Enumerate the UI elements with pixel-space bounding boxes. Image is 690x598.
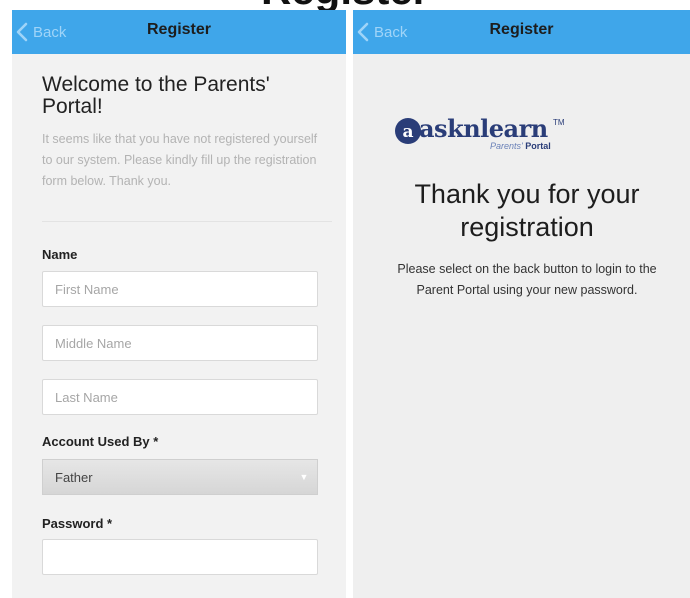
account-used-by-select[interactable]: Father ▼ (42, 459, 318, 495)
nav-title: Register (489, 21, 554, 38)
middle-name-input[interactable] (42, 325, 318, 361)
account-used-by-label: Account Used By * (42, 434, 159, 449)
first-name-input[interactable] (42, 271, 318, 307)
logo-wordmark: asknlearn (419, 114, 548, 143)
svg-text:a: a (402, 122, 413, 142)
thank-you-title: Thank you for your registration (414, 179, 640, 242)
logo-sub-prefix: Parents' (490, 141, 523, 151)
logo-tm: TM (553, 118, 565, 127)
password-input[interactable] (42, 539, 318, 575)
name-label: Name (42, 247, 78, 262)
register-form-screen: Back Register Welcome to the Parents' Po… (12, 10, 346, 598)
logo-subtitle: Parents' Portal (490, 141, 551, 151)
thank-you-message: Please select on the back button to logi… (397, 262, 657, 297)
password-label: Password * (42, 516, 113, 531)
divider (42, 221, 332, 222)
navbar: Back Register (12, 10, 346, 54)
welcome-title: Welcome to the Parents' Portal! (42, 73, 270, 118)
navbar: Back Register (353, 10, 690, 54)
intro-text: It seems like that you have not register… (42, 132, 318, 188)
account-used-by-value: Father (55, 469, 93, 485)
registration-success-screen: Back Register a asknlearn TM Parents' Po… (353, 10, 690, 598)
logo-sub-suffix: Portal (525, 141, 551, 151)
dropdown-arrow-icon: ▼ (299, 472, 309, 482)
nav-title: Register (146, 21, 212, 38)
asknlearn-logo: a asknlearn TM Parents' Portal (393, 114, 593, 156)
last-name-input[interactable] (42, 379, 318, 415)
